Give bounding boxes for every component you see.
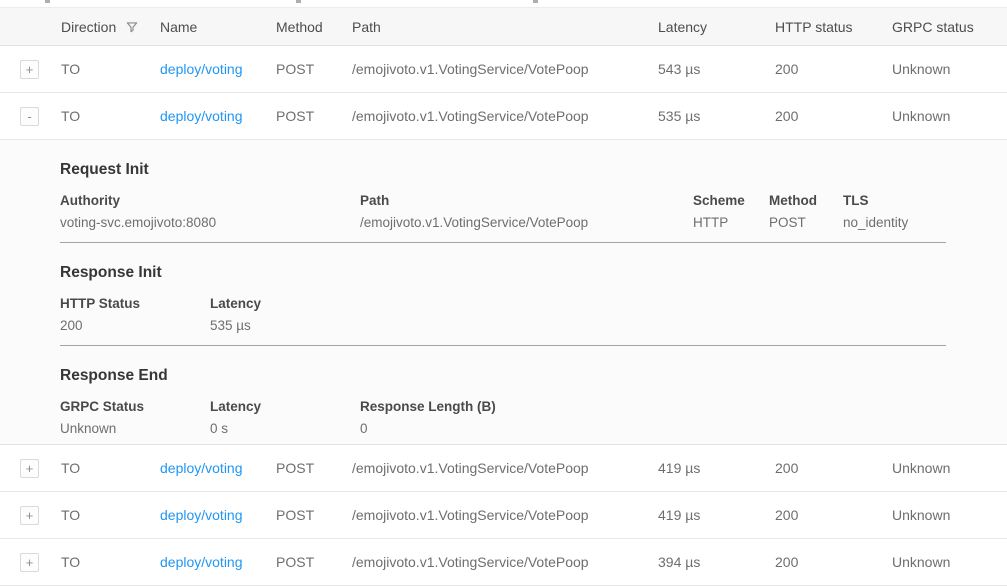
grpc-status-cell: Unknown <box>892 507 1007 523</box>
field-value: voting-svc.emojivoto:8080 <box>60 215 360 230</box>
resource-link[interactable]: deploy/voting <box>160 61 243 77</box>
field-authority: Authority voting-svc.emojivoto:8080 <box>60 193 360 230</box>
field-grpc-status: GRPC Status Unknown <box>60 399 210 436</box>
http-status-cell: 200 <box>775 61 892 77</box>
resource-link[interactable]: deploy/voting <box>160 460 243 476</box>
column-header-direction-label: Direction <box>61 19 116 35</box>
table-row: + TO deploy/voting POST /emojivoto.v1.Vo… <box>0 539 1007 586</box>
grpc-status-cell: Unknown <box>892 108 1007 124</box>
direction-cell: TO <box>61 108 160 124</box>
path-cell: /emojivoto.v1.VotingService/VotePoop <box>352 554 658 570</box>
table-row: + TO deploy/voting POST /emojivoto.v1.Vo… <box>0 46 1007 93</box>
path-cell: /emojivoto.v1.VotingService/VotePoop <box>352 507 658 523</box>
column-header-method: Method <box>276 19 352 35</box>
method-cell: POST <box>276 507 352 523</box>
column-header-latency: Latency <box>658 19 775 35</box>
column-header-http-status: HTTP status <box>775 19 892 35</box>
expand-row-button[interactable]: + <box>20 459 39 478</box>
grpc-status-cell: Unknown <box>892 460 1007 476</box>
response-init-section: Response Init HTTP Status 200 Latency 53… <box>60 243 1007 346</box>
direction-cell: TO <box>61 507 160 523</box>
section-title: Response End <box>60 366 1007 386</box>
resource-link[interactable]: deploy/voting <box>160 554 243 570</box>
field-latency: Latency 535 µs <box>210 296 1007 333</box>
field-label: Scheme <box>693 193 769 208</box>
field-label: Latency <box>210 296 1007 311</box>
section-title: Request Init <box>60 160 1007 180</box>
http-status-cell: 200 <box>775 507 892 523</box>
field-value: 535 µs <box>210 318 1007 333</box>
grpc-status-cell: Unknown <box>892 554 1007 570</box>
field-response-length: Response Length (B) 0 <box>360 399 1007 436</box>
path-cell: /emojivoto.v1.VotingService/VotePoop <box>352 108 658 124</box>
table-row-expanded: - TO deploy/voting POST /emojivoto.v1.Vo… <box>0 93 1007 140</box>
column-header-direction: Direction <box>61 19 160 35</box>
latency-cell: 419 µs <box>658 507 775 523</box>
section-title: Response Init <box>60 263 1007 283</box>
expand-row-button[interactable]: + <box>20 553 39 572</box>
filter-icon[interactable] <box>125 20 139 34</box>
grpc-status-cell: Unknown <box>892 61 1007 77</box>
table-row: + TO deploy/voting POST /emojivoto.v1.Vo… <box>0 445 1007 492</box>
field-value: 0 <box>360 421 1007 436</box>
http-status-cell: 200 <box>775 108 892 124</box>
latency-cell: 419 µs <box>658 460 775 476</box>
resource-link[interactable]: deploy/voting <box>160 108 243 124</box>
field-value: 0 s <box>210 421 360 436</box>
field-label: Latency <box>210 399 360 414</box>
request-init-section: Request Init Authority voting-svc.emojiv… <box>60 140 1007 243</box>
tap-table-header: Direction Name Method Path Latency HTTP … <box>0 7 1007 46</box>
request-detail-panel: Request Init Authority voting-svc.emojiv… <box>0 140 1007 445</box>
column-header-path: Path <box>352 19 658 35</box>
field-method: Method POST <box>769 193 843 230</box>
field-tls: TLS no_identity <box>843 193 1007 230</box>
field-label: Path <box>360 193 693 208</box>
table-row: + TO deploy/voting POST /emojivoto.v1.Vo… <box>0 492 1007 539</box>
direction-cell: TO <box>61 554 160 570</box>
field-value: /emojivoto.v1.VotingService/VotePoop <box>360 215 693 230</box>
field-label: TLS <box>843 193 1007 208</box>
field-label: GRPC Status <box>60 399 210 414</box>
column-header-grpc-status: GRPC status <box>892 19 1007 35</box>
response-end-section: Response End GRPC Status Unknown Latency… <box>60 346 1007 436</box>
field-value: no_identity <box>843 215 1007 230</box>
field-label: Response Length (B) <box>360 399 1007 414</box>
resource-link[interactable]: deploy/voting <box>160 507 243 523</box>
method-cell: POST <box>276 554 352 570</box>
expand-row-button[interactable]: + <box>20 506 39 525</box>
field-scheme: Scheme HTTP <box>693 193 769 230</box>
field-value: POST <box>769 215 843 230</box>
latency-cell: 543 µs <box>658 61 775 77</box>
field-value: Unknown <box>60 421 210 436</box>
field-label: Authority <box>60 193 360 208</box>
latency-cell: 394 µs <box>658 554 775 570</box>
method-cell: POST <box>276 108 352 124</box>
field-http-status: HTTP Status 200 <box>60 296 210 333</box>
direction-cell: TO <box>61 61 160 77</box>
field-path: Path /emojivoto.v1.VotingService/VotePoo… <box>360 193 693 230</box>
field-value: HTTP <box>693 215 769 230</box>
column-header-name: Name <box>160 19 276 35</box>
field-label: HTTP Status <box>60 296 210 311</box>
http-status-cell: 200 <box>775 554 892 570</box>
latency-cell: 535 µs <box>658 108 775 124</box>
expand-row-button[interactable]: + <box>20 60 39 79</box>
path-cell: /emojivoto.v1.VotingService/VotePoop <box>352 460 658 476</box>
method-cell: POST <box>276 61 352 77</box>
collapse-row-button[interactable]: - <box>20 107 39 126</box>
field-latency: Latency 0 s <box>210 399 360 436</box>
method-cell: POST <box>276 460 352 476</box>
path-cell: /emojivoto.v1.VotingService/VotePoop <box>352 61 658 77</box>
http-status-cell: 200 <box>775 460 892 476</box>
field-value: 200 <box>60 318 210 333</box>
direction-cell: TO <box>61 460 160 476</box>
clipped-content-above <box>0 0 1007 7</box>
field-label: Method <box>769 193 843 208</box>
